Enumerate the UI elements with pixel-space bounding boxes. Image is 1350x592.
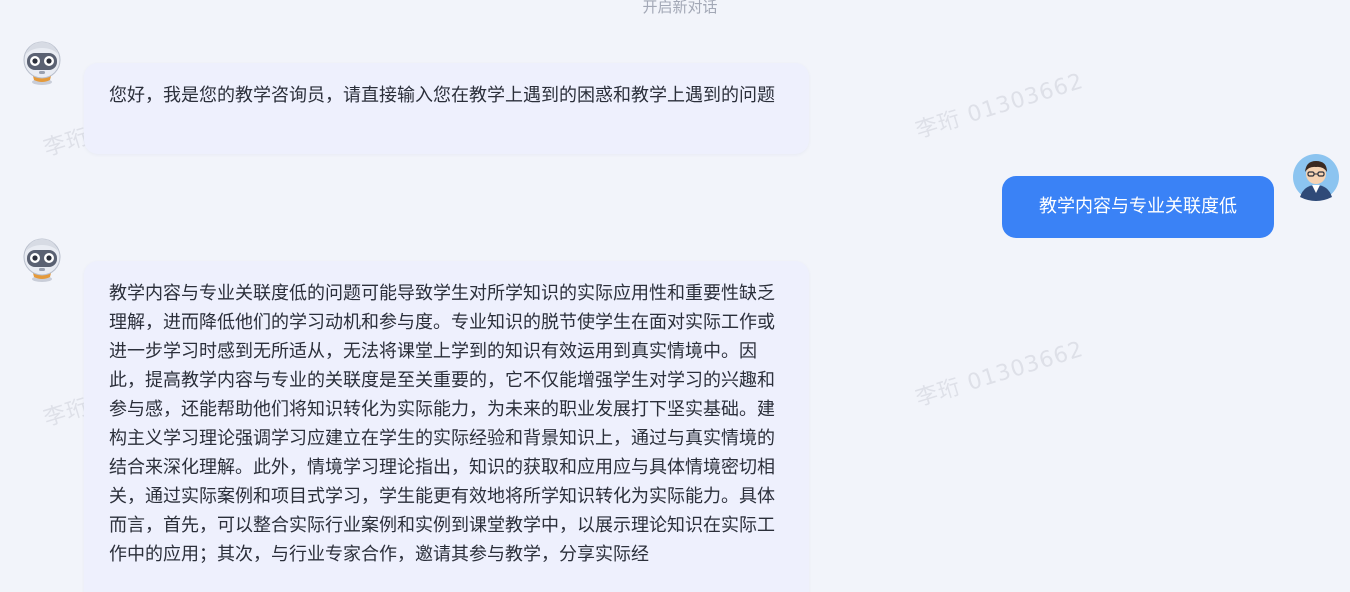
message-text: 您好，我是您的教学咨询员，请直接输入您在教学上遇到的困惑和教学上遇到的问题 [109,85,775,106]
watermark: 李珩 01303662 [912,69,1087,144]
user-avatar-icon [1292,153,1340,201]
robot-avatar-icon [18,235,66,283]
user-message: 教学内容与专业关联度低 [1002,176,1274,238]
assistant-message: 教学内容与专业关联度低的问题可能导致学生对所学知识的实际应用性和重要性缺乏理解，… [84,261,809,592]
message-text: 教学内容与专业关联度低的问题可能导致学生对所学知识的实际应用性和重要性缺乏理解，… [109,283,775,565]
watermark: 李珩 01303662 [912,337,1087,412]
message-text: 教学内容与专业关联度低 [1039,196,1237,217]
assistant-message: 您好，我是您的教学咨询员，请直接输入您在教学上遇到的困惑和教学上遇到的问题 [84,63,809,154]
chat-page: 李珩 01303662 李珩 01303662 李珩 01303662 李珩 0… [0,0,1350,592]
new-chat-button[interactable]: 开启新对话 [0,0,1350,17]
robot-avatar-icon [18,38,66,86]
